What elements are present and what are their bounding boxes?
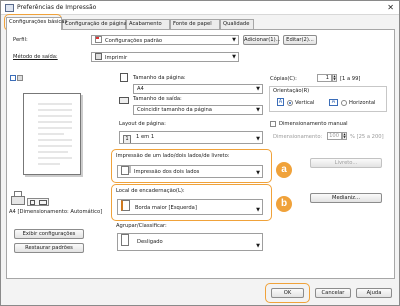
manual-scaling-checkbox[interactable]: [270, 121, 276, 127]
scaling-field-label: Dimensionamento:: [273, 134, 323, 140]
tab-finishing[interactable]: Acabamento: [126, 19, 170, 29]
chevron-down-icon: ▼: [232, 54, 236, 60]
booklet-button[interactable]: Livreto...: [310, 158, 382, 168]
window-title: Preferências de Impressão: [17, 4, 97, 11]
restore-defaults-button[interactable]: Restaurar padrões: [14, 243, 84, 253]
edit-profile-button[interactable]: Editar(2)...: [283, 35, 317, 45]
page-size-select[interactable]: A4 ▼: [133, 84, 263, 94]
preview-caption: A4 [Dimensionamento: Automático]: [9, 209, 103, 215]
add-profile-button[interactable]: Adicionar(1)...: [243, 35, 281, 45]
page-size-icon: [120, 73, 128, 82]
duplex-icon: [121, 166, 129, 175]
preview-mode-buttons[interactable]: [27, 198, 49, 206]
output-method-label: Método de saída:: [13, 54, 58, 60]
scaling-spinner[interactable]: ▲ ▼: [342, 132, 347, 140]
layout-view-icon: [17, 75, 23, 81]
chevron-down-icon: ▼: [256, 107, 260, 113]
collate-value: Desligado: [137, 239, 163, 245]
scaling-input[interactable]: 100: [327, 132, 342, 140]
copies-range: [1 a 99]: [340, 76, 361, 82]
output-size-icon: [119, 97, 129, 104]
manual-scaling-label: Dimensionamento manual: [279, 121, 348, 127]
tab-basic-settings[interactable]: Configurações básicas: [6, 17, 67, 30]
output-size-value: Coincidir tamanho da página: [137, 107, 212, 113]
page-size-value: A4: [137, 86, 144, 92]
output-size-select[interactable]: Coincidir tamanho da página ▼: [133, 105, 263, 115]
profile-icon: [95, 36, 102, 43]
page-lines-graphic: [38, 103, 72, 165]
basic-settings-panel: Perfil: Configurações padrão ▼ Adicionar…: [6, 29, 395, 279]
chevron-down-icon: ▼: [256, 86, 260, 92]
view-settings-button[interactable]: Exibir configurações: [14, 229, 84, 239]
vertical-radio[interactable]: [287, 100, 293, 106]
binding-icon: [121, 200, 130, 211]
callout-badge-b: b: [276, 196, 292, 212]
chevron-down-icon: ▼: [256, 136, 260, 142]
copies-spinner[interactable]: ▲ ▼: [332, 74, 337, 82]
landscape-icon: A: [329, 99, 338, 106]
binding-value: Borda maior [Esquerda]: [135, 205, 197, 211]
printer-device-icon: [11, 191, 25, 207]
cancel-button[interactable]: Cancelar: [315, 288, 351, 298]
chevron-down-icon: ▼: [232, 37, 236, 43]
profile-select[interactable]: Configurações padrão ▼: [91, 35, 239, 45]
multi-page-icon: [39, 200, 47, 205]
collate-select[interactable]: Desligado ▼: [117, 233, 263, 251]
portrait-icon: A: [277, 98, 284, 106]
horizontal-label: Horizontal: [349, 100, 376, 106]
single-page-icon: [30, 200, 35, 205]
ok-button[interactable]: OK: [271, 288, 304, 298]
profile-label: Perfil:: [13, 37, 28, 43]
page-layout-icon: 1: [123, 135, 131, 143]
page-layout-value: 1 em 1: [136, 134, 155, 140]
output-method-select[interactable]: Imprimir ▼: [91, 52, 239, 62]
page-preview: [15, 85, 91, 185]
scaling-range: % [25 a 200]: [350, 134, 384, 140]
copies-input[interactable]: 1: [317, 74, 332, 82]
page-layout-label: Layout de página:: [119, 121, 166, 127]
gutter-button[interactable]: Medianiz...: [310, 193, 382, 203]
output-size-label: Tamanho de saída:: [133, 96, 182, 102]
page-view-icon: [10, 75, 16, 81]
tab-page-setup[interactable]: Configuração de página: [62, 19, 127, 29]
help-button[interactable]: Ajuda: [356, 288, 392, 298]
duplex-label: Impressão de um lado/dois lados/de livre…: [116, 153, 230, 159]
profile-value: Configurações padrão: [105, 38, 163, 44]
page-layout-select[interactable]: 1 1 em 1 ▼: [119, 131, 263, 144]
chevron-down-icon: ▼: [256, 243, 260, 249]
copies-label: Cópias(C):: [270, 76, 297, 82]
collate-icon: [121, 234, 129, 246]
vertical-label: Vertical: [295, 100, 315, 106]
preview-view-toggle[interactable]: [10, 75, 24, 82]
callout-badge-a: a: [276, 162, 292, 178]
close-icon[interactable]: ✕: [387, 3, 394, 12]
printer-icon: [95, 53, 102, 60]
chevron-down-icon: ▼: [256, 207, 260, 213]
page-thumbnail: [23, 93, 81, 175]
collate-label: Agrupar/Classificar:: [116, 223, 167, 229]
duplex-select[interactable]: Impressão dos dois lados ▼: [117, 165, 263, 178]
chevron-down-icon: ▼: [256, 170, 260, 176]
binding-select[interactable]: Borda maior [Esquerda] ▼: [117, 199, 263, 215]
output-method-value: Imprimir: [105, 55, 128, 61]
tab-paper-source[interactable]: Fonte de papel: [170, 19, 220, 29]
printer-app-icon: [5, 4, 14, 12]
print-preferences-window: Preferências de Impressão ✕ Configuraçõe…: [0, 0, 400, 306]
tab-quality[interactable]: Qualidade: [220, 19, 254, 29]
horizontal-radio[interactable]: [341, 100, 347, 106]
title-bar: Preferências de Impressão ✕: [1, 1, 399, 15]
duplex-value: Impressão dos dois lados: [134, 169, 200, 175]
binding-label: Local de encadernação(L):: [116, 188, 185, 194]
page-size-label: Tamanho da página:: [133, 75, 186, 81]
orientation-label: Orientação(R): [273, 88, 310, 94]
